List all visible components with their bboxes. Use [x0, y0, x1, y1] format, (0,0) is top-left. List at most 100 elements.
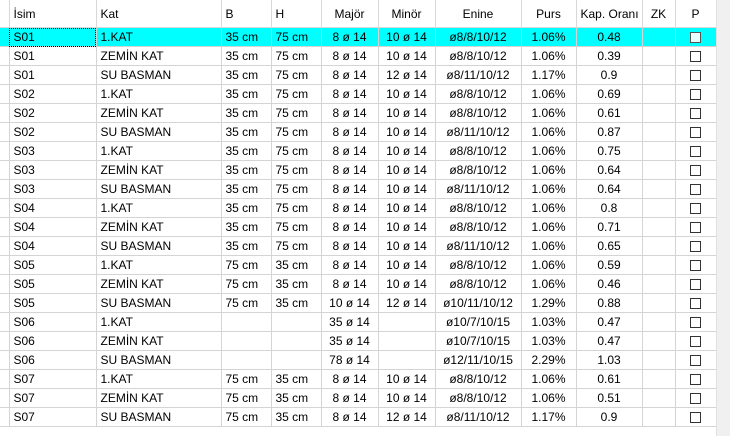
- cell-major[interactable]: 78 ø 14: [321, 350, 379, 370]
- table-row[interactable]: S02 SU BASMAN 35 cm 75 cm 8 ø 14 10 ø 14 ø8/11…: [0, 122, 716, 142]
- table-row[interactable]: S01 ZEMİN KAT 35 cm 75 cm 8 ø 14 10 ø 14 ø8/8/…: [0, 46, 716, 66]
- cell-zk[interactable]: [642, 46, 676, 66]
- table-row[interactable]: S04 1.KAT 35 cm 75 cm 8 ø 14 10 ø 14 ø8/8/10/1…: [0, 198, 716, 218]
- col-header-zk[interactable]: ZK: [642, 0, 676, 28]
- cell-zk[interactable]: [642, 198, 676, 218]
- row-header[interactable]: [0, 274, 10, 294]
- cell-isim[interactable]: S06: [9, 312, 97, 332]
- cell-enine[interactable]: ø8/8/10/12: [435, 217, 522, 237]
- cell-zk[interactable]: [642, 388, 676, 408]
- cell-purs[interactable]: 1.06%: [521, 179, 577, 199]
- cell-isim[interactable]: S02: [9, 84, 97, 104]
- table-row[interactable]: S02 1.KAT 35 cm 75 cm 8 ø 14 10 ø 14 ø8/8/10/1…: [0, 84, 716, 104]
- cell-h[interactable]: 35 cm: [271, 255, 322, 275]
- cell-purs[interactable]: 1.06%: [521, 84, 577, 104]
- cell-isim[interactable]: S04: [9, 198, 97, 218]
- cell-h[interactable]: 35 cm: [271, 274, 322, 294]
- cell-h[interactable]: 75 cm: [271, 27, 322, 47]
- table-row[interactable]: S01 1.KAT 35 cm 75 cm 8 ø 14 10 ø 14 ø8/8/10/1…: [0, 27, 716, 47]
- cell-purs[interactable]: 1.06%: [521, 27, 577, 47]
- col-header-enine[interactable]: Enine: [435, 0, 522, 28]
- cell-purs[interactable]: 1.17%: [521, 407, 577, 427]
- row-header[interactable]: [0, 141, 10, 161]
- cell-isim[interactable]: S03: [9, 160, 97, 180]
- cell-kat[interactable]: 1.KAT: [96, 27, 222, 47]
- cell-kat[interactable]: ZEMİN KAT: [96, 160, 222, 180]
- cell-isim[interactable]: S07: [9, 388, 97, 408]
- row-header[interactable]: [0, 65, 10, 85]
- cell-minor[interactable]: [378, 331, 436, 351]
- cell-purs[interactable]: 1.17%: [521, 65, 577, 85]
- cell-enine[interactable]: ø10/11/10/12: [435, 293, 522, 313]
- row-header[interactable]: [0, 331, 10, 351]
- cell-h[interactable]: 75 cm: [271, 236, 322, 256]
- cell-h[interactable]: 35 cm: [271, 369, 322, 389]
- cell-kap-orani[interactable]: 0.71: [576, 217, 643, 237]
- cell-isim[interactable]: S04: [9, 217, 97, 237]
- cell-zk[interactable]: [642, 407, 676, 427]
- table-row[interactable]: S07 1.KAT 75 cm 35 cm 8 ø 14 10 ø 14 ø8/8/10/1…: [0, 369, 716, 389]
- cell-kat[interactable]: SU BASMAN: [96, 407, 222, 427]
- cell-enine[interactable]: ø8/8/10/12: [435, 388, 522, 408]
- cell-minor[interactable]: 10 ø 14: [378, 122, 436, 142]
- cell-isim[interactable]: S01: [9, 27, 97, 47]
- cell-b[interactable]: 35 cm: [221, 236, 272, 256]
- cell-kat[interactable]: ZEMİN KAT: [96, 388, 222, 408]
- cell-zk[interactable]: [642, 236, 676, 256]
- cell-kap-orani[interactable]: 0.87: [576, 122, 643, 142]
- cell-major[interactable]: 8 ø 14: [321, 255, 379, 275]
- row-header[interactable]: [0, 388, 10, 408]
- col-header-minor[interactable]: Minör: [378, 0, 436, 28]
- cell-zk[interactable]: [642, 103, 676, 123]
- cell-purs[interactable]: 1.06%: [521, 46, 577, 66]
- cell-purs[interactable]: 1.06%: [521, 198, 577, 218]
- cell-enine[interactable]: ø8/11/10/12: [435, 65, 522, 85]
- row-header[interactable]: [0, 198, 10, 218]
- cell-kap-orani[interactable]: 0.75: [576, 141, 643, 161]
- cell-kap-orani[interactable]: 0.39: [576, 46, 643, 66]
- cell-isim[interactable]: S05: [9, 274, 97, 294]
- cell-minor[interactable]: 10 ø 14: [378, 255, 436, 275]
- cell-minor[interactable]: 10 ø 14: [378, 103, 436, 123]
- cell-major[interactable]: 8 ø 14: [321, 274, 379, 294]
- cell-minor[interactable]: 10 ø 14: [378, 84, 436, 104]
- cell-kat[interactable]: 1.KAT: [96, 255, 222, 275]
- cell-b[interactable]: 35 cm: [221, 84, 272, 104]
- col-header-kat[interactable]: Kat: [96, 0, 222, 28]
- cell-kat[interactable]: ZEMİN KAT: [96, 103, 222, 123]
- cell-enine[interactable]: ø8/8/10/12: [435, 255, 522, 275]
- cell-kap-orani[interactable]: 0.65: [576, 236, 643, 256]
- row-header[interactable]: [0, 179, 10, 199]
- cell-enine[interactable]: ø8/8/10/12: [435, 198, 522, 218]
- cell-h[interactable]: 75 cm: [271, 198, 322, 218]
- p-checkbox[interactable]: [690, 108, 701, 120]
- table-row[interactable]: S07 SU BASMAN 75 cm 35 cm 8 ø 14 12 ø 14 ø8/11…: [0, 407, 716, 427]
- cell-h[interactable]: [271, 350, 322, 370]
- cell-minor[interactable]: 10 ø 14: [378, 236, 436, 256]
- cell-zk[interactable]: [642, 369, 676, 389]
- row-header[interactable]: [0, 103, 10, 123]
- cell-minor[interactable]: 12 ø 14: [378, 65, 436, 85]
- cell-kap-orani[interactable]: 0.46: [576, 274, 643, 294]
- row-header[interactable]: [0, 122, 10, 142]
- cell-kap-orani[interactable]: 0.64: [576, 160, 643, 180]
- cell-b[interactable]: [221, 312, 272, 332]
- cell-kat[interactable]: 1.KAT: [96, 84, 222, 104]
- cell-enine[interactable]: ø8/11/10/12: [435, 407, 522, 427]
- p-checkbox[interactable]: [690, 374, 701, 386]
- cell-zk[interactable]: [642, 141, 676, 161]
- col-header-p[interactable]: P: [675, 0, 716, 28]
- p-checkbox[interactable]: [690, 393, 701, 405]
- cell-kat[interactable]: SU BASMAN: [96, 122, 222, 142]
- cell-minor[interactable]: 10 ø 14: [378, 160, 436, 180]
- cell-major[interactable]: 8 ø 14: [321, 236, 379, 256]
- cell-b[interactable]: [221, 331, 272, 351]
- cell-kat[interactable]: 1.KAT: [96, 369, 222, 389]
- cell-isim[interactable]: S05: [9, 255, 97, 275]
- cell-enine[interactable]: ø8/8/10/12: [435, 274, 522, 294]
- cell-zk[interactable]: [642, 331, 676, 351]
- cell-minor[interactable]: 10 ø 14: [378, 27, 436, 47]
- cell-kap-orani[interactable]: 0.47: [576, 331, 643, 351]
- cell-isim[interactable]: S02: [9, 103, 97, 123]
- cell-h[interactable]: 75 cm: [271, 103, 322, 123]
